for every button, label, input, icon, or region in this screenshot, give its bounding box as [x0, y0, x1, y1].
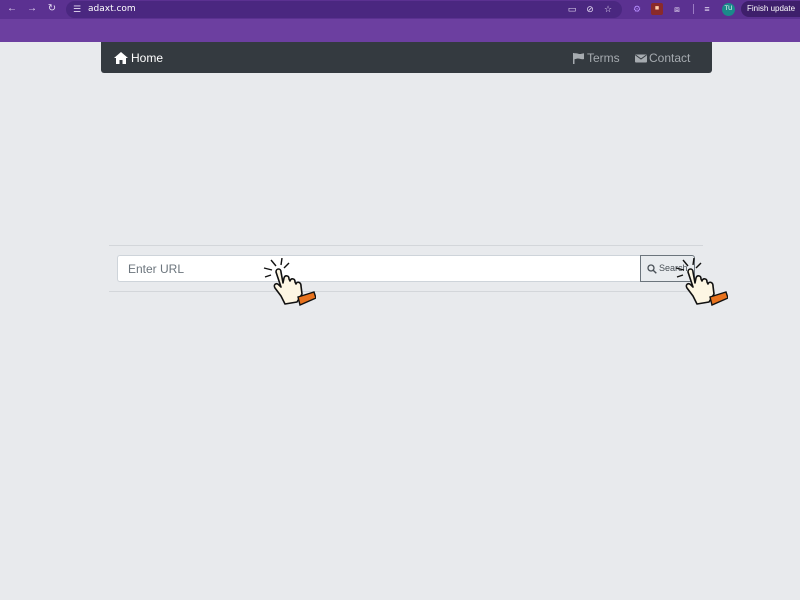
flag-icon: [573, 52, 584, 64]
toolbar-divider: [693, 4, 694, 14]
cast-icon[interactable]: ▭: [566, 4, 578, 15]
divider-top: [109, 245, 703, 246]
arrow-left-icon[interactable]: ←: [6, 3, 18, 15]
puzzle-icon[interactable]: ⧈: [671, 3, 683, 15]
browser-frame: ← → ↻ ☰ adaxt.com ▭ ⊘ ☆ ⚙ ■ ⧈ ≡ TU Finis…: [0, 0, 800, 42]
url-input[interactable]: [117, 255, 641, 282]
hand-pointer-icon: [675, 258, 728, 306]
address-bar[interactable]: ☰ adaxt.com ▭ ⊘ ☆: [66, 1, 622, 18]
nav-contact-link[interactable]: Contact: [635, 50, 690, 66]
finish-update-button[interactable]: Finish update: [741, 1, 800, 17]
search-icon: [647, 263, 657, 274]
reload-icon[interactable]: ↻: [46, 3, 58, 15]
nav-contact-label: Contact: [649, 51, 691, 65]
media-list-icon[interactable]: ≡: [701, 3, 713, 15]
divider-bottom: [109, 291, 703, 292]
eye-off-icon[interactable]: ⊘: [584, 4, 596, 15]
address-bar-url[interactable]: adaxt.com: [88, 3, 136, 16]
nav-terms-link[interactable]: Terms: [573, 50, 620, 66]
star-icon[interactable]: ☆: [602, 4, 614, 15]
browser-toolbar: ← → ↻ ☰ adaxt.com ▭ ⊘ ☆ ⚙ ■ ⧈ ≡ TU Finis…: [0, 0, 800, 19]
site-navbar: Home Terms Contact: [101, 42, 712, 73]
nav-terms-label: Terms: [587, 51, 620, 65]
extension-red-icon[interactable]: ■: [651, 3, 663, 15]
nav-home-label: Home: [131, 51, 164, 65]
home-icon: [114, 52, 128, 64]
extension-gear-icon[interactable]: ⚙: [631, 3, 643, 15]
arrow-right-icon[interactable]: →: [26, 3, 38, 15]
hand-pointer-icon: [263, 258, 316, 306]
avatar[interactable]: TU: [722, 3, 735, 16]
envelope-icon: [635, 54, 647, 62]
tune-icon[interactable]: ☰: [72, 4, 82, 14]
nav-home-link[interactable]: Home: [114, 50, 163, 66]
